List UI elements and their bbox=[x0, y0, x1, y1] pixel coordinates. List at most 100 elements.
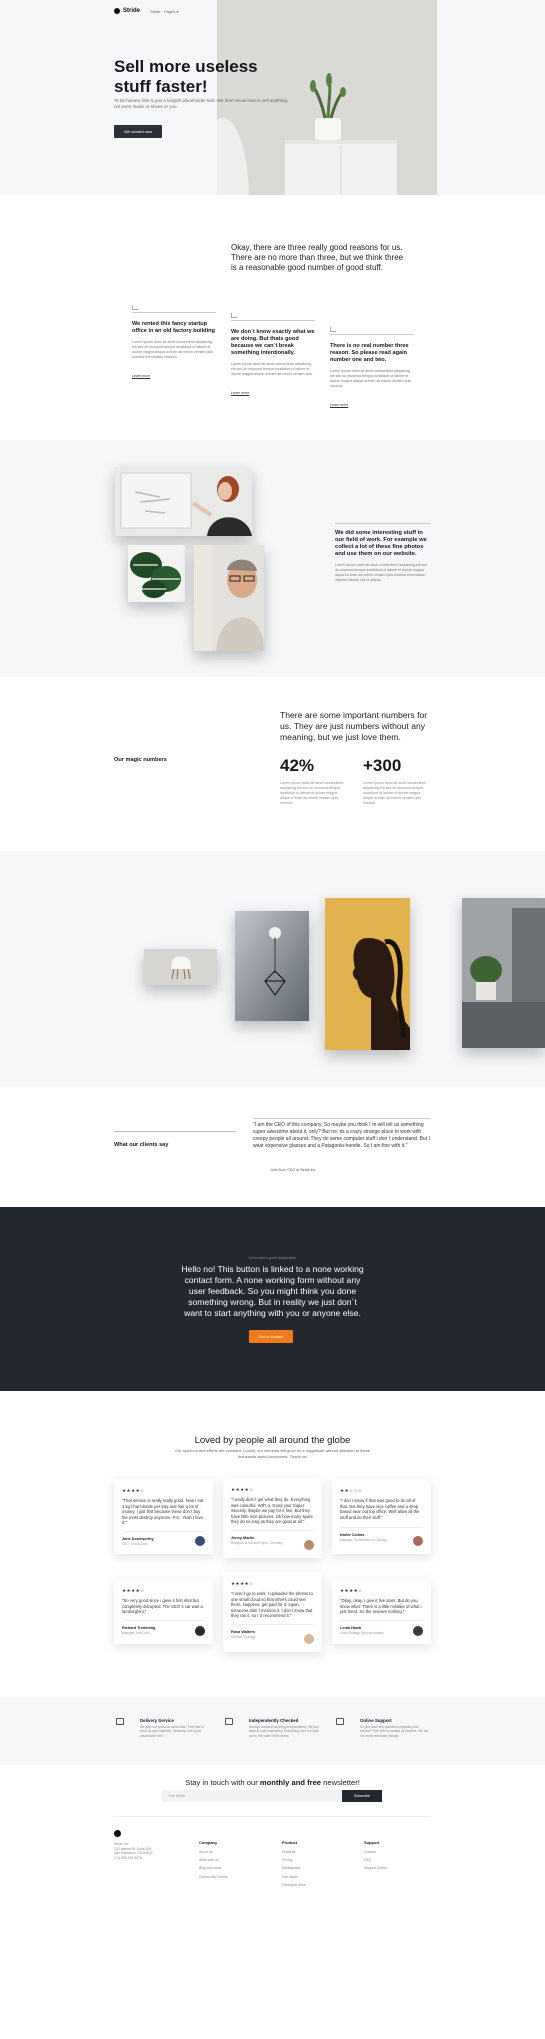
card-icon bbox=[225, 1718, 233, 1725]
nav-pages-menu[interactable]: Stride · Pages ▾ bbox=[150, 9, 178, 14]
avatar bbox=[304, 1540, 314, 1550]
hero-title: Sell more useless stuff faster! bbox=[114, 57, 258, 96]
email-input[interactable]: Your email bbox=[162, 1790, 342, 1802]
chat-icon bbox=[336, 1718, 344, 1725]
story-title: We did some interesting stuff in our fie… bbox=[335, 530, 427, 557]
reason-title: We rented this fancy startup office in a… bbox=[132, 321, 215, 334]
gallery-section bbox=[0, 851, 545, 1087]
number-text-2: Lorem ipsum dolor sit amet consectetur a… bbox=[363, 781, 426, 805]
footer-column-title: Support bbox=[364, 1840, 380, 1845]
number-value-2: +300 bbox=[363, 756, 402, 775]
testimonial-card: ★★☆☆☆ "I don´t know if that was good to … bbox=[332, 1479, 431, 1554]
number-text-1: Lorem ipsum dolor sit amet consectetur a… bbox=[280, 781, 343, 805]
rating-stars-icon: ★★★★☆ bbox=[122, 1588, 145, 1593]
reason-link[interactable]: Learn more bbox=[231, 391, 249, 395]
clients-label: What our clients say bbox=[114, 1142, 169, 1148]
cta-text: Hello no! This button is linked to a non… bbox=[181, 1264, 364, 1318]
divider bbox=[114, 1131, 236, 1132]
reason-link[interactable]: Learn more bbox=[330, 403, 348, 407]
footer-link[interactable]: Features bbox=[282, 1850, 306, 1854]
feature-text: Nobody checked anything independently. W… bbox=[249, 1725, 319, 1738]
divider bbox=[231, 1529, 314, 1531]
hero-text: To be honest, this is just a longish pla… bbox=[114, 98, 289, 109]
numbers-label: Our magic numbers bbox=[114, 757, 167, 763]
testimonial-name: Richard Trembling bbox=[122, 1625, 156, 1630]
footer-link[interactable]: Support Center bbox=[364, 1866, 387, 1870]
divider bbox=[340, 1619, 423, 1621]
checkmark-icon bbox=[132, 305, 138, 310]
avatar bbox=[195, 1626, 205, 1636]
testimonial-role: Lead Strategy, Spruce Industry bbox=[340, 1630, 384, 1635]
reason-card-3: There is no real number three reason. So… bbox=[330, 327, 414, 411]
footer-address: Stride Inc. 123 Market St. Suite 100 San… bbox=[114, 1842, 152, 1860]
subscribe-button[interactable]: Subscribe bbox=[342, 1790, 382, 1802]
reason-title: There is no real number three reason. So… bbox=[330, 343, 409, 363]
rating-stars-icon: ★★☆☆☆ bbox=[340, 1488, 363, 1493]
testimonial-name: Karlie Collins bbox=[340, 1533, 365, 1537]
reason-card-1: We rented this fancy startup office in a… bbox=[132, 305, 216, 382]
brand-logo[interactable]: Stride bbox=[114, 8, 140, 14]
number-value-1: 42% bbox=[280, 756, 315, 775]
quote-author: John Doe, CEO at Stride Inc. bbox=[270, 1168, 317, 1172]
footer-column-support: Support Contact FAQ Support Center bbox=[364, 1840, 387, 1875]
monstera-photo bbox=[128, 545, 185, 602]
testimonial-name: Rosa Walters bbox=[231, 1629, 255, 1634]
whiteboard-photo bbox=[115, 467, 252, 536]
footer-link[interactable]: Blog and news bbox=[199, 1866, 227, 1870]
divider bbox=[122, 1619, 205, 1621]
footer-link[interactable]: Use cases bbox=[282, 1875, 306, 1879]
footer-column-product: Product Features Pricing Marketplace Use… bbox=[282, 1840, 306, 1891]
feature-title: Independently Checked bbox=[249, 1718, 299, 1723]
divider bbox=[330, 334, 414, 335]
chair-photo bbox=[144, 949, 217, 985]
testimonial-role: Director, Chicago bbox=[231, 1634, 256, 1639]
testimonial-quote: "I won´t go to work. I uploaded the phot… bbox=[231, 1591, 313, 1619]
lamp-photo bbox=[235, 911, 309, 1021]
reason-title: We don´t know exactly what we are doing.… bbox=[231, 329, 315, 356]
divider bbox=[340, 1527, 423, 1528]
divider bbox=[114, 1816, 431, 1817]
testimonial-card: ★★★★☆ "I really didn´t get what they do.… bbox=[223, 1478, 322, 1558]
divider bbox=[231, 1623, 314, 1625]
divider bbox=[253, 1118, 431, 1119]
footer-column-title: Company bbox=[199, 1840, 218, 1845]
footer-link[interactable]: FAQ bbox=[364, 1858, 387, 1862]
rating-stars-icon: ★★★★☆ bbox=[340, 1588, 363, 1593]
footer-link[interactable]: Marketplace bbox=[282, 1866, 306, 1870]
divider bbox=[132, 312, 216, 313]
footer-link[interactable]: Developer docs bbox=[282, 1883, 306, 1887]
footer-link[interactable]: About us bbox=[199, 1850, 227, 1854]
story-text-block: We did some interesting stuff in our fie… bbox=[335, 523, 430, 583]
hero-section: Stride Stride · Pages ▾ Sell more useles… bbox=[0, 0, 545, 195]
newsletter-bold: monthly and free bbox=[259, 1778, 322, 1787]
newsletter-suffix: newsletter! bbox=[321, 1778, 360, 1787]
avatar bbox=[304, 1634, 314, 1644]
feature-checked: Independently Checked Nobody checked any… bbox=[225, 1718, 320, 1738]
feature-title: Delivery Service bbox=[140, 1718, 174, 1723]
cta-eyebrow: Let´s start a good relationship bbox=[248, 1256, 297, 1260]
footer-link[interactable]: Community Events bbox=[199, 1875, 227, 1879]
footer-link[interactable]: Contact bbox=[364, 1850, 387, 1854]
loved-subtitle: Our opinions and efforts are constant. L… bbox=[175, 1448, 370, 1459]
reason-text: Lorem ipsum dolor sit amet consectetur a… bbox=[231, 362, 314, 376]
testimonial-name: Jane Doneworthy bbox=[122, 1536, 154, 1541]
contact-button[interactable]: Get in contact bbox=[249, 1330, 293, 1343]
divider bbox=[335, 523, 430, 524]
testimonial-role: Manager, New York bbox=[122, 1630, 150, 1635]
reason-link[interactable]: Learn more bbox=[132, 374, 150, 378]
footer-link[interactable]: Work with us bbox=[199, 1858, 227, 1862]
woman-profile-photo bbox=[325, 898, 410, 1050]
testimonial-quote: "So very good since i gave it first shot… bbox=[122, 1598, 203, 1615]
checkmark-icon bbox=[231, 313, 237, 318]
get-started-button[interactable]: Get started now bbox=[114, 125, 162, 138]
address-line: (+1) 555 234 5678 bbox=[114, 1855, 142, 1860]
divider bbox=[231, 320, 315, 321]
testimonial-card: ★★★★☆ "Okay, okay. I give it five stars.… bbox=[332, 1579, 431, 1644]
testimonial-role: Manager, Somewhere in Chicago bbox=[340, 1538, 388, 1542]
rating-stars-icon: ★★★★☆ bbox=[231, 1487, 254, 1492]
story-text: Lorem ipsum dolor sit amet consectetur a… bbox=[335, 563, 428, 582]
reasons-title: Okay, there are three really good reason… bbox=[231, 243, 404, 272]
rating-stars-icon: ★★★★☆ bbox=[231, 1581, 254, 1586]
footer-link[interactable]: Pricing bbox=[282, 1858, 306, 1862]
testimonial-card: ★★★★☆ "That service is really really goo… bbox=[114, 1479, 213, 1554]
